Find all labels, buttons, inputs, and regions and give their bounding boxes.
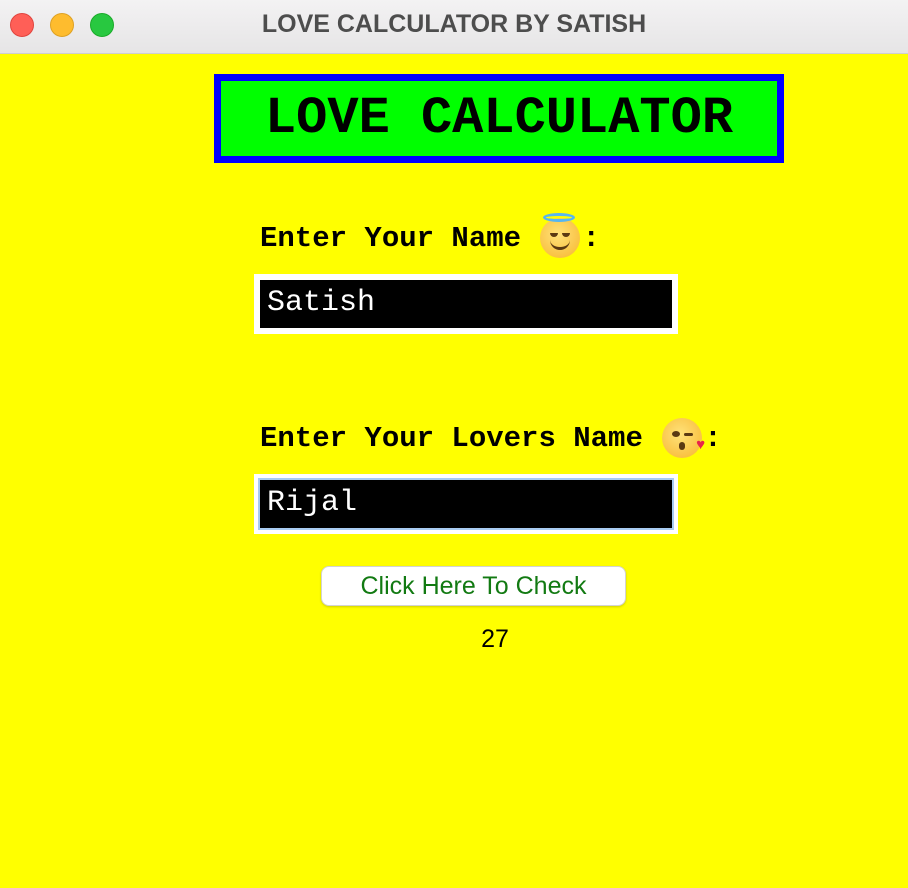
kiss-lips-icon: [679, 442, 686, 450]
title-bar[interactable]: LOVE CALCULATOR BY SATISH: [0, 0, 908, 54]
heart-icon: ♥: [696, 437, 706, 454]
window-title: LOVE CALCULATOR BY SATISH: [261, 10, 647, 38]
app-window: LOVE CALCULATOR BY SATISH LOVE CALCULATO…: [0, 0, 908, 888]
wink-eye-icon: [684, 433, 694, 436]
your-name-label: Enter Your Name :: [260, 213, 600, 260]
app-content: LOVE CALCULATOR Enter Your Name : Satish…: [0, 54, 908, 888]
eye-icon: [562, 233, 571, 237]
your-name-label-suffix: :: [582, 221, 600, 255]
face-blowing-kiss-icon: ♥: [662, 418, 706, 458]
lover-name-label-suffix: :: [704, 421, 722, 455]
result-value: 27: [481, 625, 509, 653]
eye-icon: [672, 431, 681, 437]
eye-icon: [550, 233, 559, 237]
lover-name-label-text: Enter Your Lovers Name: [260, 421, 643, 455]
lover-name-input[interactable]: Rijal: [254, 474, 678, 534]
lover-name-label: Enter Your Lovers Name ♥ :: [260, 416, 722, 460]
banner-title: LOVE CALCULATOR: [264, 89, 734, 148]
halo-icon: [543, 213, 576, 222]
your-name-label-text: Enter Your Name: [260, 221, 522, 255]
smiling-face-with-halo-icon: [540, 213, 581, 258]
your-name-input[interactable]: Satish: [254, 274, 678, 334]
mouth-icon: [550, 238, 571, 250]
title-banner: LOVE CALCULATOR: [214, 74, 784, 163]
check-button[interactable]: Click Here To Check: [321, 566, 626, 606]
